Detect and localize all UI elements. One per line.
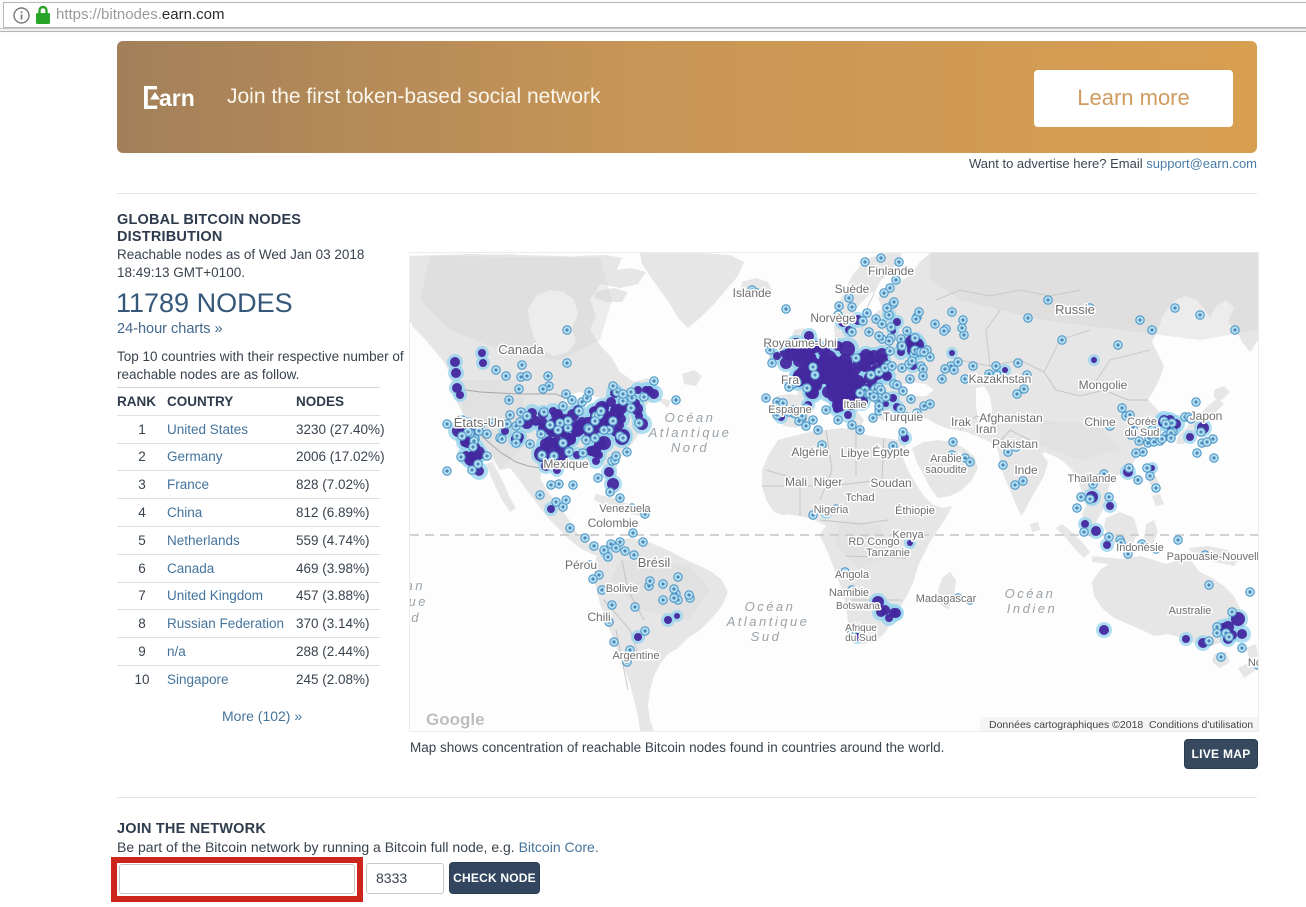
svg-text:arn: arn [159, 85, 195, 109]
